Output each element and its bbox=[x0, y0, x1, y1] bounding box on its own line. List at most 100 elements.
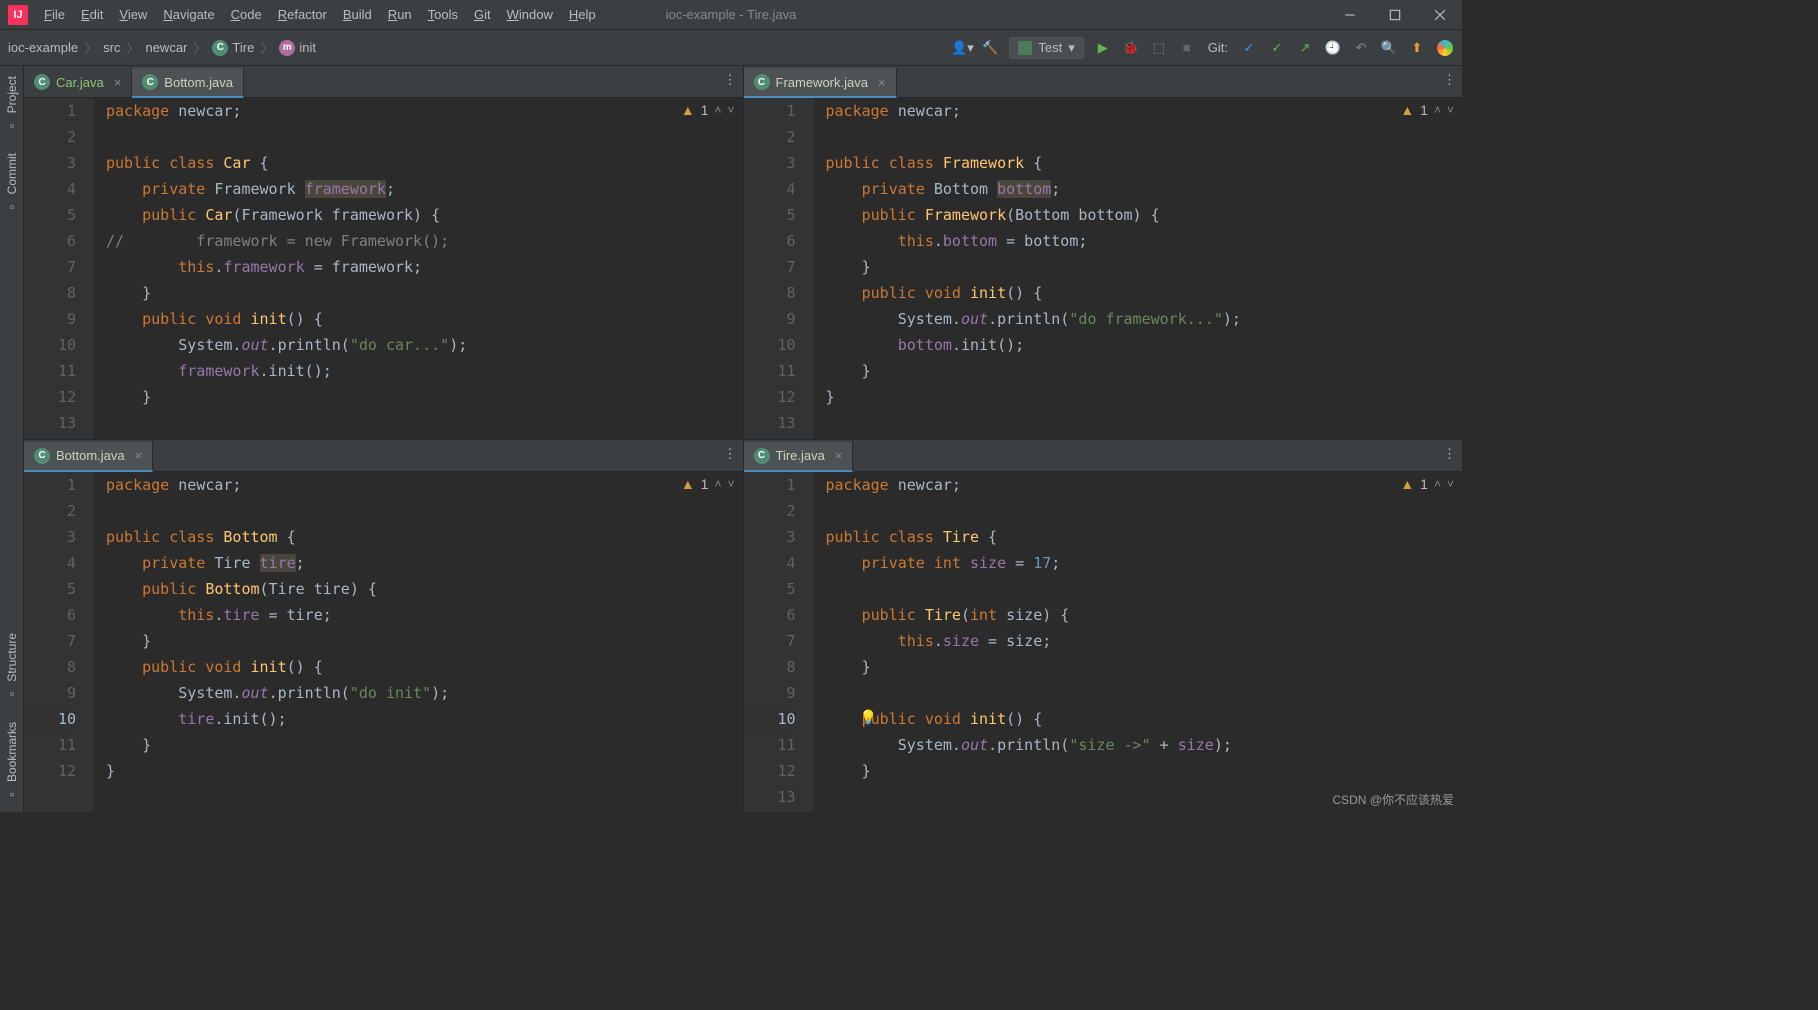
commit-icon: ▫ bbox=[5, 201, 19, 215]
breadcrumb-init[interactable]: minit bbox=[275, 40, 320, 56]
search-button[interactable]: 🔍 bbox=[1376, 35, 1402, 61]
class-icon: C bbox=[34, 74, 50, 90]
git-commit-button[interactable]: ✓ bbox=[1264, 35, 1290, 61]
tab-framework-java[interactable]: CFramework.java× bbox=[744, 68, 897, 98]
chevron-up-icon[interactable]: ˄ bbox=[714, 103, 721, 117]
git-update-button[interactable]: ✓ bbox=[1236, 35, 1262, 61]
inspection-status[interactable]: ▲1 ˄ ˅ bbox=[1400, 476, 1454, 492]
code-area[interactable]: package newcar; public class Framework {… bbox=[814, 98, 1463, 439]
tab-more-icon[interactable]: ⋮ bbox=[724, 446, 737, 462]
git-history-button[interactable]: 🕘 bbox=[1320, 35, 1346, 61]
class-icon: C bbox=[754, 74, 770, 90]
build-button[interactable]: 🔨 bbox=[977, 35, 1003, 61]
minimize-button[interactable] bbox=[1327, 0, 1372, 30]
stop-button[interactable]: ■ bbox=[1174, 35, 1200, 61]
close-icon[interactable]: × bbox=[135, 448, 143, 463]
editor[interactable]: 123456789101112package newcar; public cl… bbox=[24, 472, 743, 813]
avatar-icon[interactable] bbox=[1432, 35, 1458, 61]
tab-bottom-java[interactable]: CBottom.java× bbox=[24, 442, 153, 472]
close-button[interactable] bbox=[1417, 0, 1462, 30]
menu-run[interactable]: Run bbox=[380, 0, 420, 30]
tab-more-icon[interactable]: ⋮ bbox=[1443, 446, 1456, 462]
toolstrip-bookmarks[interactable]: ▫ Bookmarks bbox=[2, 712, 22, 812]
warning-count: 1 bbox=[701, 102, 709, 118]
editor-pane-top-left: CCar.java×CBottom.java⋮12345678910111213… bbox=[24, 66, 743, 439]
breadcrumb-src[interactable]: src bbox=[99, 40, 124, 55]
watermark: CSDN @你不应该热爱 bbox=[1332, 791, 1454, 808]
git-rollback-button[interactable]: ↶ bbox=[1348, 35, 1374, 61]
code-area[interactable]: package newcar; public class Tire { priv… bbox=[814, 472, 1463, 813]
menu-edit[interactable]: Edit bbox=[73, 0, 111, 30]
menu-window[interactable]: Window bbox=[499, 0, 561, 30]
tab-bottom-java[interactable]: CBottom.java bbox=[132, 68, 244, 98]
run-config-selector[interactable]: Test ▾ bbox=[1009, 37, 1083, 59]
chevron-up-icon[interactable]: ˄ bbox=[1434, 103, 1441, 117]
line-gutter[interactable]: 12345678910111213 bbox=[744, 472, 814, 813]
inspection-status[interactable]: ▲1 ˄ ˅ bbox=[681, 102, 735, 118]
tab-more-icon[interactable]: ⋮ bbox=[1443, 72, 1456, 88]
code-area[interactable]: package newcar; public class Bottom { pr… bbox=[94, 472, 743, 813]
menu-help[interactable]: Help bbox=[561, 0, 604, 30]
line-gutter[interactable]: 12345678910111213 bbox=[744, 98, 814, 439]
warning-icon: ▲ bbox=[1400, 476, 1414, 492]
menu-build[interactable]: Build bbox=[335, 0, 380, 30]
tab-car-java[interactable]: CCar.java× bbox=[24, 67, 132, 97]
navigation-bar: ioc-example〉src〉newcar〉CTire〉minit 👤▾ 🔨 … bbox=[0, 30, 1462, 66]
close-icon[interactable]: × bbox=[835, 448, 843, 463]
chevron-down-icon[interactable]: ˅ bbox=[727, 477, 734, 491]
editor-pane-top-right: CFramework.java× ⋮ 12345678910111213packag… bbox=[744, 66, 1463, 439]
tab-label: Bottom.java bbox=[164, 75, 233, 90]
chevron-up-icon[interactable]: ˄ bbox=[714, 477, 721, 491]
editor-pane-bottom-left: CBottom.java×⋮123456789101112package new… bbox=[24, 440, 743, 813]
inspection-status[interactable]: ▲1 ˄ ˅ bbox=[681, 476, 735, 492]
breadcrumb-ioc-example[interactable]: ioc-example bbox=[4, 40, 82, 55]
chevron-right-icon: 〉 bbox=[82, 38, 99, 57]
breadcrumb-newcar[interactable]: newcar bbox=[141, 40, 191, 55]
breadcrumb-tire[interactable]: CTire bbox=[208, 40, 258, 56]
editor[interactable]: 12345678910111213package newcar; public … bbox=[744, 98, 1463, 439]
toolstrip-commit[interactable]: ▫ Commit bbox=[2, 143, 22, 224]
ide-update-icon[interactable]: ⬆ bbox=[1404, 35, 1430, 61]
menu-code[interactable]: Code bbox=[223, 0, 270, 30]
editor[interactable]: 12345678910111213package newcar; public … bbox=[24, 98, 743, 439]
menu-tools[interactable]: Tools bbox=[420, 0, 466, 30]
warning-count: 1 bbox=[1420, 102, 1428, 118]
toolstrip-structure[interactable]: ▫ Structure bbox=[2, 623, 22, 712]
code-area[interactable]: package newcar; public class Car { priva… bbox=[94, 98, 743, 439]
menu-navigate[interactable]: Navigate bbox=[155, 0, 222, 30]
titlebar: IJ FileEditViewNavigateCodeRefactorBuild… bbox=[0, 0, 1462, 30]
close-icon[interactable]: × bbox=[878, 75, 886, 90]
chevron-up-icon[interactable]: ˄ bbox=[1434, 477, 1441, 491]
inspection-status[interactable]: ▲ 1 ˄ ˅ bbox=[1400, 102, 1454, 118]
editor[interactable]: 12345678910111213package newcar; public … bbox=[744, 472, 1463, 813]
coverage-button[interactable]: ⬚ bbox=[1146, 35, 1172, 61]
tab-tire-java[interactable]: CTire.java× bbox=[744, 442, 854, 472]
run-button[interactable]: ▶ bbox=[1090, 35, 1116, 61]
chevron-down-icon[interactable]: ˅ bbox=[1447, 103, 1454, 117]
maximize-button[interactable] bbox=[1372, 0, 1417, 30]
method-icon: m bbox=[279, 40, 295, 56]
debug-button[interactable]: 🐞 bbox=[1118, 35, 1144, 61]
chevron-down-icon: ▾ bbox=[1068, 40, 1075, 56]
menu-file[interactable]: File bbox=[36, 0, 73, 30]
chevron-down-icon[interactable]: ˅ bbox=[727, 103, 734, 117]
toolstrip-project[interactable]: ▫ Project bbox=[2, 66, 22, 143]
line-gutter[interactable]: 12345678910111213 bbox=[24, 98, 94, 439]
chevron-down-icon[interactable]: ˅ bbox=[1447, 477, 1454, 491]
menu-git[interactable]: Git bbox=[466, 0, 499, 30]
close-icon[interactable]: × bbox=[114, 75, 122, 90]
menu-refactor[interactable]: Refactor bbox=[270, 0, 335, 30]
warning-icon: ▲ bbox=[1400, 102, 1414, 118]
tabbar: CBottom.java×⋮ bbox=[24, 440, 743, 472]
menu-view[interactable]: View bbox=[111, 0, 155, 30]
tab-label: Bottom.java bbox=[56, 448, 125, 463]
users-icon[interactable]: 👤▾ bbox=[949, 35, 975, 61]
intention-bulb-icon[interactable]: 💡 bbox=[860, 709, 877, 726]
structure-icon: ▫ bbox=[5, 688, 19, 702]
tab-more-icon[interactable]: ⋮ bbox=[724, 72, 737, 88]
breadcrumb-label: Tire bbox=[232, 40, 254, 55]
line-gutter[interactable]: 123456789101112 bbox=[24, 472, 94, 813]
git-push-button[interactable]: ↗ bbox=[1292, 35, 1318, 61]
tab-label: Tire.java bbox=[776, 448, 825, 463]
app-icon: IJ bbox=[8, 5, 28, 25]
